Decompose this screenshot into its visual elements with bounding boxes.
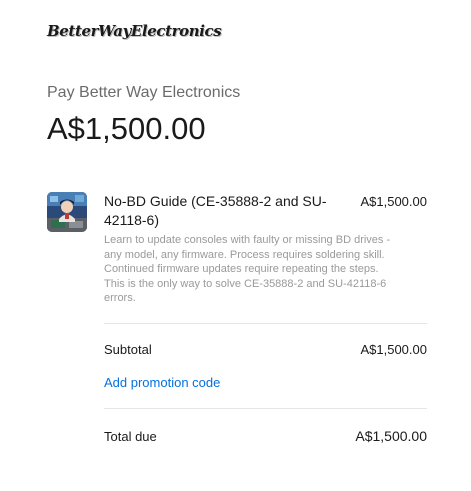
line-item-name: No-BD Guide (CE-35888-2 and SU-42118-6)	[104, 193, 327, 228]
merchant-name: Pay Better Way Electronics	[47, 84, 241, 101]
product-thumbnail-image	[47, 192, 87, 232]
divider	[104, 408, 427, 409]
brand-logo: BetterWayElectronics	[47, 22, 222, 48]
total-due-value: A$1,500.00	[355, 428, 427, 444]
divider	[104, 323, 427, 324]
total-due-label: Total due	[104, 429, 157, 444]
line-item-description: Learn to update consoles with faulty or …	[104, 234, 391, 304]
total-amount-heading: A$1,500.00	[47, 111, 206, 146]
subtotal-value: A$1,500.00	[360, 342, 427, 357]
brand-logo-text: BetterWayElectronics	[47, 22, 222, 40]
add-promotion-code-link[interactable]: Add promotion code	[104, 375, 220, 390]
line-item-price: A$1,500.00	[360, 194, 427, 209]
subtotal-label: Subtotal	[104, 342, 152, 357]
